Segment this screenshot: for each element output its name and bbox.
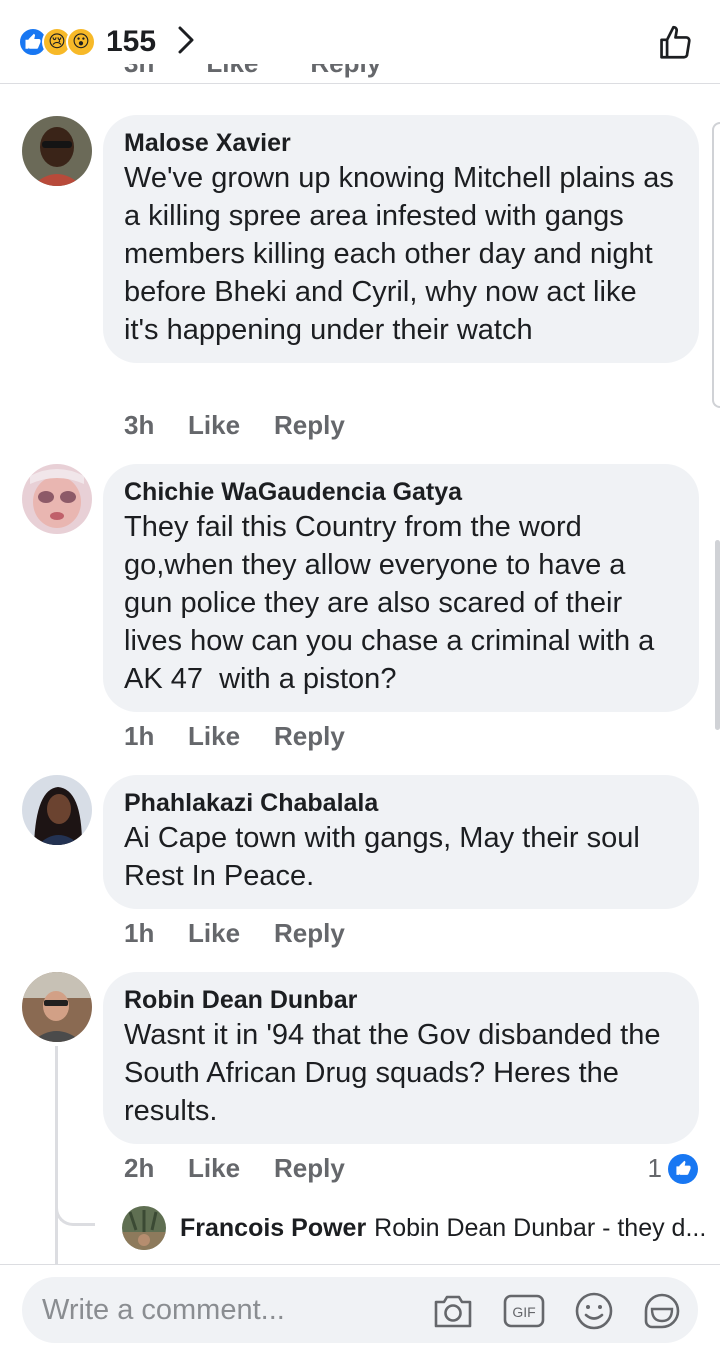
reaction-summary[interactable]: 😢 😮 155 bbox=[18, 22, 194, 62]
scrollbar[interactable] bbox=[712, 122, 720, 408]
like-link[interactable]: Like bbox=[188, 918, 274, 949]
reply-link[interactable]: Reply bbox=[274, 918, 345, 949]
avatar[interactable] bbox=[22, 464, 92, 534]
comment-author[interactable]: Malose Xavier bbox=[124, 127, 679, 159]
camera-icon[interactable] bbox=[431, 1289, 475, 1333]
comment-time: 1h bbox=[124, 721, 155, 751]
reply-preview[interactable]: Francois Power Robin Dean Dunbar - they … bbox=[122, 1206, 706, 1250]
wow-reaction-icon: 😮 bbox=[66, 27, 96, 57]
comment-time: 1h bbox=[124, 918, 155, 948]
reply-link[interactable]: Reply bbox=[274, 721, 345, 752]
like-link[interactable]: Like bbox=[188, 410, 274, 441]
comment-composer-bar: GIF bbox=[0, 1264, 720, 1355]
reaction-count: 155 bbox=[106, 25, 157, 58]
reply-link[interactable]: Reply bbox=[274, 1153, 345, 1184]
comment-author[interactable]: Phahlakazi Chabalala bbox=[124, 787, 679, 819]
reply-link[interactable]: Reply bbox=[310, 64, 381, 79]
comment-text: They fail this Country from the word go,… bbox=[124, 511, 661, 695]
like-link[interactable]: Like bbox=[188, 721, 274, 752]
emoji-icon[interactable] bbox=[572, 1289, 616, 1333]
reply-connector bbox=[55, 1200, 95, 1226]
comment-text: Wasnt it in '94 that the Gov disbanded t… bbox=[124, 1019, 669, 1127]
like-reaction-icon bbox=[668, 1153, 698, 1184]
reply-text: Robin Dean Dunbar - they d... bbox=[374, 1213, 707, 1242]
reply-author[interactable]: Francois Power bbox=[180, 1214, 366, 1243]
comment-actions: 2h Like Reply bbox=[124, 1153, 345, 1184]
comment-bubble[interactable]: Phahlakazi Chabalala Ai Cape town with g… bbox=[103, 775, 699, 909]
like-link[interactable]: Like bbox=[206, 64, 258, 79]
comment-actions: 1h Like Reply bbox=[124, 721, 345, 752]
comment-time: 3h bbox=[124, 410, 155, 440]
comment-text: Ai Cape town with gangs, May their soul … bbox=[124, 822, 648, 892]
avatar[interactable] bbox=[22, 775, 92, 845]
comment-reactions[interactable]: 1 bbox=[648, 1153, 698, 1184]
comment-composer: GIF bbox=[22, 1277, 698, 1343]
thumbs-up-icon[interactable] bbox=[656, 24, 694, 67]
comment-text: We've grown up knowing Mitchell plains a… bbox=[124, 162, 682, 346]
reaction-count: 1 bbox=[647, 1153, 662, 1183]
comment-actions: 3h Like Reply bbox=[124, 410, 345, 441]
previous-comment-actions: 3h Like Reply bbox=[124, 64, 381, 86]
sticker-icon[interactable] bbox=[640, 1289, 684, 1333]
avatar[interactable] bbox=[22, 116, 92, 186]
comment-author[interactable]: Chichie WaGaudencia Gatya bbox=[124, 476, 679, 508]
chevron-right-icon bbox=[178, 26, 194, 59]
avatar[interactable] bbox=[122, 1206, 166, 1250]
comment-bubble[interactable]: Malose Xavier We've grown up knowing Mit… bbox=[103, 115, 699, 363]
comment-author[interactable]: Robin Dean Dunbar bbox=[124, 984, 679, 1016]
svg-text:GIF: GIF bbox=[512, 1304, 535, 1320]
comment-input[interactable] bbox=[42, 1291, 412, 1329]
scrollbar-thumb[interactable] bbox=[715, 540, 720, 730]
comment-time: 2h bbox=[124, 1153, 155, 1183]
reply-link[interactable]: Reply bbox=[274, 410, 345, 441]
gif-icon[interactable]: GIF bbox=[502, 1289, 546, 1333]
comment-time: 3h bbox=[124, 64, 154, 79]
comment-bubble[interactable]: Robin Dean Dunbar Wasnt it in '94 that t… bbox=[103, 972, 699, 1144]
thread-line bbox=[55, 1046, 58, 1264]
like-link[interactable]: Like bbox=[188, 1153, 274, 1184]
comment-actions: 1h Like Reply bbox=[124, 918, 345, 949]
avatar[interactable] bbox=[22, 972, 92, 1042]
comment-bubble[interactable]: Chichie WaGaudencia Gatya They fail this… bbox=[103, 464, 699, 712]
